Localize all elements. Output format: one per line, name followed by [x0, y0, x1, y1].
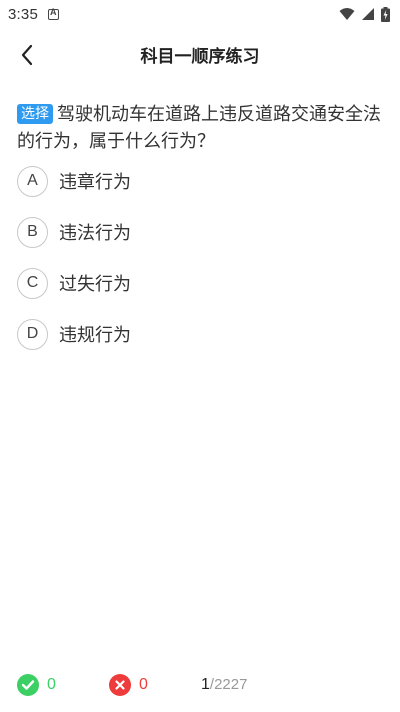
question-progress[interactable]: 1/2227: [201, 676, 247, 694]
wrong-count: 0: [139, 676, 148, 693]
status-time: 3:35: [8, 5, 38, 23]
option-b[interactable]: B 违法行为: [17, 214, 383, 250]
option-letter-circle: C: [17, 267, 48, 299]
correct-count: 0: [47, 676, 56, 693]
check-icon: [17, 674, 39, 696]
status-left: 3:35: [8, 6, 59, 23]
status-right: [339, 6, 390, 22]
option-a[interactable]: A 违章行为: [17, 163, 383, 199]
option-letter-circle: B: [17, 216, 48, 248]
status-bar: 3:35: [0, 0, 400, 28]
option-text: 违章行为: [59, 172, 131, 193]
wrong-stat[interactable]: 0: [109, 674, 148, 696]
app-screen: 3:35 科目一顺序练习 选择驾驶机动车在道路上违反道路交通: [0, 0, 400, 712]
cross-icon: [109, 674, 131, 696]
answer-options: A 违章行为 B 违法行为 C 过失行为 D 违规行为: [17, 163, 383, 367]
app-notification-icon: [48, 7, 59, 20]
current-question-number: 1: [201, 676, 210, 693]
option-c[interactable]: C 过失行为: [17, 265, 383, 301]
question-stem: 选择 驾驶机动车在道路上违反道路交通安全法的行为，属于什么行为？: [17, 101, 382, 155]
option-d[interactable]: D 违规行为: [17, 316, 383, 352]
question-type-badge: 选择: [17, 104, 53, 124]
question-text: 驾驶机动车在道路上违反道路交通安全法的行为，属于什么行为？: [17, 104, 381, 152]
signal-icon: [362, 8, 374, 20]
total-questions: /2227: [209, 676, 248, 693]
answer-stats-bar: 0 0 1/2227: [0, 662, 400, 708]
option-text: 违规行为: [59, 325, 131, 346]
correct-stat[interactable]: 0: [17, 674, 56, 696]
option-text: 违法行为: [59, 223, 131, 244]
nav-header: 科目一顺序练习: [0, 30, 400, 80]
battery-charging-icon: [381, 6, 390, 22]
option-letter-circle: A: [17, 165, 48, 197]
page-title: 科目一顺序练习: [140, 47, 260, 67]
option-text: 过失行为: [59, 274, 131, 295]
option-letter-circle: D: [17, 318, 48, 350]
wifi-icon: [339, 8, 355, 20]
